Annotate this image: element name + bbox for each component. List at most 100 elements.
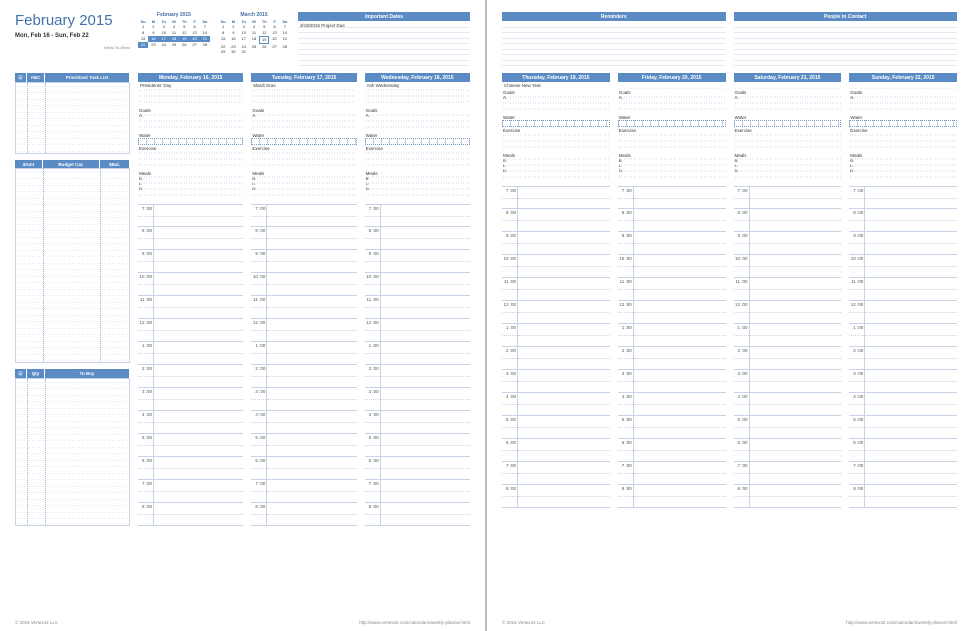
hour-label: 3 :00 [618,370,634,392]
hour-label: 2 :00 [138,365,154,387]
hour-label: 10 :00 [618,255,634,277]
hour-label: 8 :00 [365,503,381,525]
hour-label: 2 :00 [734,347,750,369]
exercise-area [734,134,842,152]
hour-label: 3 :00 [734,370,750,392]
important-dates-body: 3/19/2015 Project Due [298,22,470,70]
hour-row: 1 :00 [734,324,842,347]
right-page: Reminders People to Contact Thursday, Fe… [486,0,972,631]
hour-slot [865,370,957,392]
to-buy-header: ☑QtyTo Buy [15,369,130,378]
hour-row: 5 :00 [849,416,957,439]
hour-label: 6 :00 [138,457,154,479]
day-header: Wednesday, February 18, 2015 [365,73,470,82]
hour-row: 9 :00 [618,232,726,255]
hour-label: 4 :00 [849,393,865,415]
hour-row: 12 :00 [618,301,726,324]
hour-slot [750,301,842,323]
hour-slot [750,393,842,415]
hour-row: 4 :00 [618,393,726,416]
hour-row: 12 :00 [849,301,957,324]
hour-row: 11 :00 [734,278,842,301]
budget-box: $AmtBudget Cat.$Bal. [15,160,130,363]
hour-slot [267,388,356,410]
water-boxes [138,138,243,145]
schedule: 7 :008 :009 :0010 :0011 :0012 :001 :002 … [502,186,610,508]
hour-label: 5 :00 [849,416,865,438]
hour-label: 11 :00 [138,296,154,318]
meals-area: B:L:D: [365,176,470,198]
hour-row: 6 :00 [849,439,957,462]
hour-label: 3 :00 [251,388,267,410]
contacts-body [734,22,958,70]
hour-slot [518,301,610,323]
hour-slot [267,457,356,479]
meals-area: B:L:D: [849,158,957,180]
main-columns-left: ☑ABCPrioritized Task List $AmtBudget Cat… [15,73,470,526]
hour-slot [634,278,726,300]
hour-label: 8 :00 [138,227,154,249]
hour-row: 2 :00 [251,365,356,388]
hour-row: 9 :00 [502,232,610,255]
hour-label: 12 :00 [365,319,381,341]
exercise-area [365,152,470,170]
hour-row: 9 :00 [849,232,957,255]
reminders-header: Reminders [502,12,726,22]
hour-slot [518,347,610,369]
hour-row: 10 :00 [502,255,610,278]
hour-slot [267,411,356,433]
hour-slot [154,227,243,249]
notes-area [849,88,957,89]
hour-row: 12 :00 [502,301,610,324]
hour-row: 8 :00 [138,503,243,526]
month-title: February 2015 [15,12,130,29]
important-dates-block: Important Dates 3/19/2015 Project Due [298,12,470,70]
hour-row: 6 :00 [618,439,726,462]
notes-area [138,89,243,107]
hour-label: 9 :00 [138,250,154,272]
hour-row: 5 :00 [618,416,726,439]
hour-label: 8 :00 [734,209,750,231]
hour-slot [518,370,610,392]
hour-slot [381,365,470,387]
schedule: 7 :008 :009 :0010 :0011 :0012 :001 :002 … [138,204,243,526]
hour-slot [518,462,610,484]
planner-spread: February 2015 Mon, Feb 16 - Sun, Feb 22 … [0,0,972,631]
hour-label: 7 :00 [618,462,634,484]
hour-slot [518,485,610,507]
hour-label: 7 :00 [502,462,518,484]
hour-slot [750,439,842,461]
hour-row: 3 :00 [734,370,842,393]
hour-label: 4 :00 [502,393,518,415]
to-buy-body [15,378,130,526]
hour-row: 6 :00 [365,457,470,480]
hour-label: 10 :00 [251,273,267,295]
hour-label: 11 :00 [618,278,634,300]
day-header: Tuesday, February 17, 2015 [251,73,356,82]
hour-label: 7 :00 [734,187,750,208]
hour-row: 1 :00 [138,342,243,365]
hour-slot [750,324,842,346]
notes-area [734,88,842,89]
hour-slot [634,485,726,507]
hour-slot [267,434,356,456]
hour-slot [381,227,470,249]
hour-label: 4 :00 [734,393,750,415]
hour-row: 9 :00 [365,250,470,273]
hour-row: 11 :00 [618,278,726,301]
hour-label: 7 :00 [618,187,634,208]
hour-label: 7 :00 [734,462,750,484]
hour-slot [267,480,356,502]
hour-slot [865,187,957,208]
hour-slot [381,480,470,502]
hour-slot [634,393,726,415]
hour-row: 1 :00 [502,324,610,347]
hour-slot [518,393,610,415]
hour-slot [154,296,243,318]
hour-slot [381,434,470,456]
task-list-header: ☑ABCPrioritized Task List [15,73,130,82]
day-column-fri: Friday, February 20, 2015GoalsA.WaterExe… [618,73,726,508]
contacts-block: People to Contact [734,12,958,70]
hour-label: 9 :00 [849,232,865,254]
goals-area: A. [251,114,356,132]
